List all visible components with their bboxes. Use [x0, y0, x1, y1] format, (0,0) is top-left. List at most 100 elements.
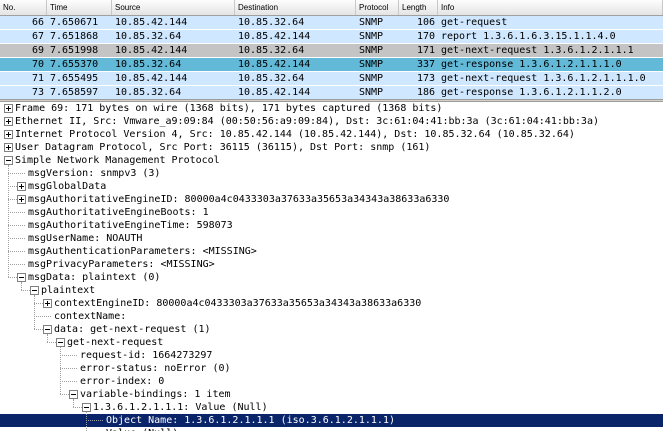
tree-item[interactable]: Ethernet II, Src: Vmware_a9:09:84 (00:50…: [0, 115, 663, 128]
tree-item[interactable]: msgAuthoritativeEngineBoots: 1: [0, 206, 663, 219]
packet-list-header: No. Time Source Destination Protocol Length In…: [0, 0, 663, 16]
collapse-icon[interactable]: [30, 286, 39, 295]
packet-row[interactable]: 70 7.655370 10.85.32.64 10.85.42.144 SNMP 337…: [0, 58, 663, 71]
header-col-info[interactable]: Info: [438, 0, 663, 15]
tree-item[interactable]: msgPrivacyParameters: <MISSING>: [0, 258, 663, 271]
tree-connector: [73, 407, 82, 408]
packet-cell-time: 7.658597: [50, 87, 99, 98]
header-col-no[interactable]: No.: [0, 0, 47, 15]
packet-cell-time: 7.651998: [50, 45, 99, 56]
tree-item[interactable]: msgData: plaintext (0): [0, 271, 663, 284]
tree-item[interactable]: data: get-next-request (1): [0, 323, 663, 336]
tree-connector: [8, 165, 9, 277]
tree-connector: [47, 342, 56, 343]
collapse-icon[interactable]: [56, 338, 65, 347]
tree-item[interactable]: Value (Null): [0, 427, 663, 431]
tree-item[interactable]: msgVersion: snmpv3 (3): [0, 167, 663, 180]
tree-item-label: Ethernet II, Src: Vmware_a9:09:84 (00:50…: [15, 116, 599, 127]
tree-connector: [86, 420, 103, 421]
packet-cell-destination: 10.85.32.64: [238, 17, 305, 28]
tree-item-label: User Datagram Protocol, Src Port: 36115 …: [15, 142, 431, 153]
tree-item[interactable]: plaintext: [0, 284, 663, 297]
packet-cell-no: 71: [31, 73, 44, 84]
tree-item[interactable]: Frame 69: 171 bytes on wire (1368 bits),…: [0, 102, 663, 115]
collapse-icon[interactable]: [69, 390, 78, 399]
header-col-length[interactable]: Length: [399, 0, 438, 15]
packet-cell-protocol: SNMP: [359, 73, 384, 84]
tree-item[interactable]: variable-bindings: 1 item: [0, 388, 663, 401]
tree-item[interactable]: msgAuthenticationParameters: <MISSING>: [0, 245, 663, 258]
tree-item[interactable]: get-next-request: [0, 336, 663, 349]
tree-connector: [8, 199, 17, 200]
tree-item[interactable]: request-id: 1664273297: [0, 349, 663, 362]
collapse-icon[interactable]: [43, 325, 52, 334]
expand-icon[interactable]: [4, 117, 13, 126]
tree-item-label: error-index: 0: [80, 376, 165, 387]
expand-icon[interactable]: [4, 104, 13, 113]
packet-cell-info: get-next-request 1.3.6.1.2.1.1.1: [441, 45, 634, 56]
tree-connector: [8, 212, 25, 213]
packet-cell-length: 173: [416, 73, 435, 84]
tree-item[interactable]: User Datagram Protocol, Src Port: 36115 …: [0, 141, 663, 154]
packet-cell-time: 7.655370: [50, 59, 99, 70]
packet-row[interactable]: 69 7.651998 10.85.42.144 10.85.32.64 SNMP 171…: [0, 44, 663, 57]
expand-icon[interactable]: [17, 195, 26, 204]
tree-item-label: Internet Protocol Version 4, Src: 10.85.…: [15, 129, 575, 140]
tree-item[interactable]: 1.3.6.1.2.1.1.1: Value (Null): [0, 401, 663, 414]
tree-item-label: Frame 69: 171 bytes on wire (1368 bits),…: [15, 103, 443, 114]
tree-item[interactable]: Internet Protocol Version 4, Src: 10.85.…: [0, 128, 663, 141]
tree-item-label: Value (Null): [106, 427, 178, 431]
packet-cell-no: 70: [31, 59, 44, 70]
tree-connector: [8, 186, 17, 187]
packet-row[interactable]: 73 7.658597 10.85.32.64 10.85.42.144 SNMP 186…: [0, 86, 663, 99]
tree-item-label: error-status: noError (0): [80, 363, 231, 374]
tree-item[interactable]: contextName:: [0, 310, 663, 323]
header-col-source[interactable]: Source: [112, 0, 235, 15]
tree-item[interactable]: error-status: noError (0): [0, 362, 663, 375]
expand-icon[interactable]: [43, 299, 52, 308]
packet-row[interactable]: 67 7.651868 10.85.32.64 10.85.42.144 SNMP 170…: [0, 30, 663, 43]
tree-connector: [21, 282, 22, 290]
tree-item[interactable]: msgGlobalData: [0, 180, 663, 193]
tree-connector: [34, 295, 35, 329]
tree-item-label: plaintext: [41, 285, 96, 296]
expand-icon[interactable]: [17, 182, 26, 191]
tree-item[interactable]: contextEngineID: 80000a4c0433303a37633a3…: [0, 297, 663, 310]
tree-item[interactable]: msgUserName: NOAUTH: [0, 232, 663, 245]
tree-connector: [8, 264, 25, 265]
packet-cell-protocol: SNMP: [359, 31, 384, 42]
tree-connector: [8, 277, 17, 278]
packet-cell-destination: 10.85.42.144: [238, 31, 311, 42]
tree-item[interactable]: msgAuthoritativeEngineID: 80000a4c043330…: [0, 193, 663, 206]
packet-cell-info: get-response 1.3.6.1.2.1.1.2.0: [441, 87, 622, 98]
expand-icon[interactable]: [4, 143, 13, 152]
tree-item-label: msgUserName: NOAUTH: [28, 233, 143, 244]
packet-cell-info: report 1.3.6.1.6.3.15.1.1.4.0: [441, 31, 616, 42]
tree-connector: [60, 347, 61, 394]
header-col-time[interactable]: Time: [47, 0, 112, 15]
header-col-destination[interactable]: Destination: [235, 0, 356, 15]
packet-row[interactable]: 71 7.655495 10.85.42.144 10.85.32.64 SNMP 173…: [0, 72, 663, 85]
tree-connector: [8, 251, 25, 252]
tree-item-label: contextName:: [54, 311, 127, 322]
tree-item-label: variable-bindings: 1 item: [80, 389, 231, 400]
collapse-icon[interactable]: [82, 403, 91, 412]
packet-row[interactable]: 66 7.650671 10.85.42.144 10.85.32.64 SNMP 106…: [0, 16, 663, 29]
collapse-icon[interactable]: [17, 273, 26, 282]
packet-cell-source: 10.85.32.64: [115, 59, 182, 70]
tree-item-label: msgPrivacyParameters: <MISSING>: [28, 259, 215, 270]
packet-cell-no: 73: [31, 87, 44, 98]
tree-item-label: 1.3.6.1.2.1.1.1: Value (Null): [93, 402, 268, 413]
packet-cell-length: 170: [416, 31, 435, 42]
tree-item[interactable]: error-index: 0: [0, 375, 663, 388]
tree-connector: [60, 394, 69, 395]
collapse-icon[interactable]: [4, 156, 13, 165]
tree-connector: [73, 399, 74, 407]
packet-cell-time: 7.651868: [50, 31, 99, 42]
tree-connector: [8, 238, 25, 239]
tree-item-label: msgAuthoritativeEngineTime: 598073: [28, 220, 233, 231]
header-col-protocol[interactable]: Protocol: [356, 0, 399, 15]
tree-item[interactable]: msgAuthoritativeEngineTime: 598073: [0, 219, 663, 232]
tree-item[interactable]: Simple Network Management Protocol: [0, 154, 663, 167]
expand-icon[interactable]: [4, 130, 13, 139]
